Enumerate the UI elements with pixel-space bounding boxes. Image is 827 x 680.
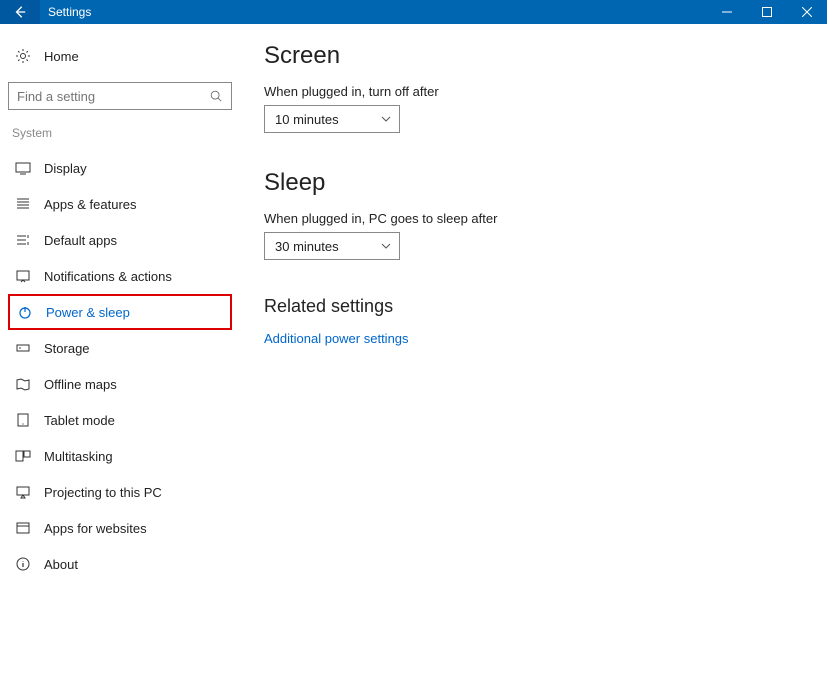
gear-icon bbox=[14, 47, 32, 65]
sidebar-item-label: Apps & features bbox=[44, 197, 137, 212]
storage-icon bbox=[14, 339, 32, 357]
notifications-icon bbox=[14, 267, 32, 285]
additional-power-settings-link[interactable]: Additional power settings bbox=[264, 331, 827, 346]
sidebar-item-label: Multitasking bbox=[44, 449, 113, 464]
tablet-icon bbox=[14, 411, 32, 429]
websites-icon bbox=[14, 519, 32, 537]
about-icon bbox=[14, 555, 32, 573]
power-icon bbox=[16, 303, 34, 321]
apps-icon bbox=[14, 195, 32, 213]
sidebar-item-tablet-mode[interactable]: Tablet mode bbox=[8, 402, 232, 438]
search-input[interactable] bbox=[17, 89, 209, 104]
sidebar-item-default-apps[interactable]: Default apps bbox=[8, 222, 232, 258]
search-box[interactable] bbox=[8, 82, 232, 110]
related-heading: Related settings bbox=[264, 296, 827, 317]
sidebar-item-projecting[interactable]: Projecting to this PC bbox=[8, 474, 232, 510]
screen-off-value: 10 minutes bbox=[275, 112, 339, 127]
home-label: Home bbox=[44, 49, 79, 64]
sidebar-item-label: About bbox=[44, 557, 78, 572]
category-label: System bbox=[12, 126, 232, 140]
sidebar-item-power-sleep[interactable]: Power & sleep bbox=[8, 294, 232, 330]
search-icon bbox=[209, 89, 223, 103]
sidebar: Home System Display Apps & features bbox=[0, 24, 240, 680]
display-icon bbox=[14, 159, 32, 177]
titlebar: Settings bbox=[0, 0, 827, 24]
sidebar-item-label: Apps for websites bbox=[44, 521, 147, 536]
sidebar-item-label: Default apps bbox=[44, 233, 117, 248]
sidebar-item-storage[interactable]: Storage bbox=[8, 330, 232, 366]
close-button[interactable] bbox=[787, 0, 827, 24]
sidebar-item-offline-maps[interactable]: Offline maps bbox=[8, 366, 232, 402]
sidebar-item-label: Offline maps bbox=[44, 377, 117, 392]
maximize-button[interactable] bbox=[747, 0, 787, 24]
sidebar-item-about[interactable]: About bbox=[8, 546, 232, 582]
screen-off-select[interactable]: 10 minutes bbox=[264, 105, 400, 133]
sidebar-item-label: Display bbox=[44, 161, 87, 176]
main-content: Screen When plugged in, turn off after 1… bbox=[240, 24, 827, 680]
maps-icon bbox=[14, 375, 32, 393]
home-nav[interactable]: Home bbox=[8, 38, 232, 74]
sleep-label: When plugged in, PC goes to sleep after bbox=[264, 211, 827, 226]
sidebar-item-label: Storage bbox=[44, 341, 90, 356]
chevron-down-icon bbox=[381, 243, 391, 249]
sidebar-item-display[interactable]: Display bbox=[8, 150, 232, 186]
minimize-button[interactable] bbox=[707, 0, 747, 24]
sleep-value: 30 minutes bbox=[275, 239, 339, 254]
sidebar-item-apps-features[interactable]: Apps & features bbox=[8, 186, 232, 222]
close-icon bbox=[802, 7, 812, 17]
chevron-down-icon bbox=[381, 116, 391, 122]
screen-heading: Screen bbox=[264, 42, 827, 70]
sidebar-item-apps-websites[interactable]: Apps for websites bbox=[8, 510, 232, 546]
back-button[interactable] bbox=[0, 0, 40, 24]
back-arrow-icon bbox=[13, 5, 27, 19]
project-icon bbox=[14, 483, 32, 501]
screen-off-label: When plugged in, turn off after bbox=[264, 84, 827, 99]
sidebar-item-label: Notifications & actions bbox=[44, 269, 172, 284]
sidebar-item-notifications[interactable]: Notifications & actions bbox=[8, 258, 232, 294]
sidebar-item-label: Tablet mode bbox=[44, 413, 115, 428]
sleep-select[interactable]: 30 minutes bbox=[264, 232, 400, 260]
sleep-heading: Sleep bbox=[264, 169, 827, 197]
multitask-icon bbox=[14, 447, 32, 465]
maximize-icon bbox=[762, 7, 772, 17]
sidebar-item-label: Projecting to this PC bbox=[44, 485, 162, 500]
window-title: Settings bbox=[48, 5, 707, 19]
defaults-icon bbox=[14, 231, 32, 249]
sidebar-item-label: Power & sleep bbox=[46, 305, 130, 320]
minimize-icon bbox=[722, 7, 732, 17]
sidebar-item-multitasking[interactable]: Multitasking bbox=[8, 438, 232, 474]
